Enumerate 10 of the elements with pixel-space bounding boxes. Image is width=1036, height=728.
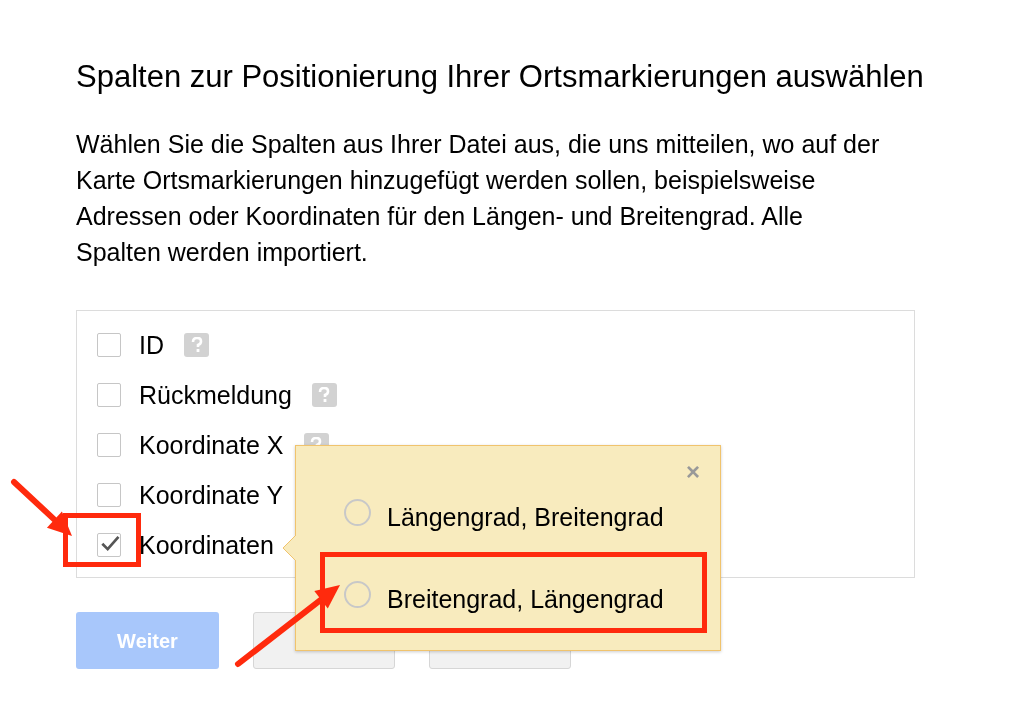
option-label: Breitengrad, Längengrad bbox=[387, 584, 664, 614]
column-label: ID bbox=[139, 331, 164, 359]
column-label: Koordinate Y bbox=[139, 481, 284, 509]
column-label: Koordinaten bbox=[139, 531, 274, 559]
close-button[interactable]: × bbox=[686, 460, 700, 484]
description: Wählen Sie die Spalten aus Ihrer Datei aus, die uns mitteilen, wo auf der Karte Ortsmarkierungen hinzugefügt werden sollen, beispielsweise Adressen oder Koordinaten für den Längen- und Breitengrad. Alle Spalten werden importiert. bbox=[76, 129, 881, 268]
option-label: Längengrad, Breitengrad bbox=[387, 502, 664, 532]
column-label: Koordinate X bbox=[139, 431, 284, 459]
column-label: Rückmeldung bbox=[139, 381, 292, 409]
dialog-title: Spalten zur Positionierung Ihrer Ortsmarkierungen auswählen bbox=[76, 58, 925, 96]
